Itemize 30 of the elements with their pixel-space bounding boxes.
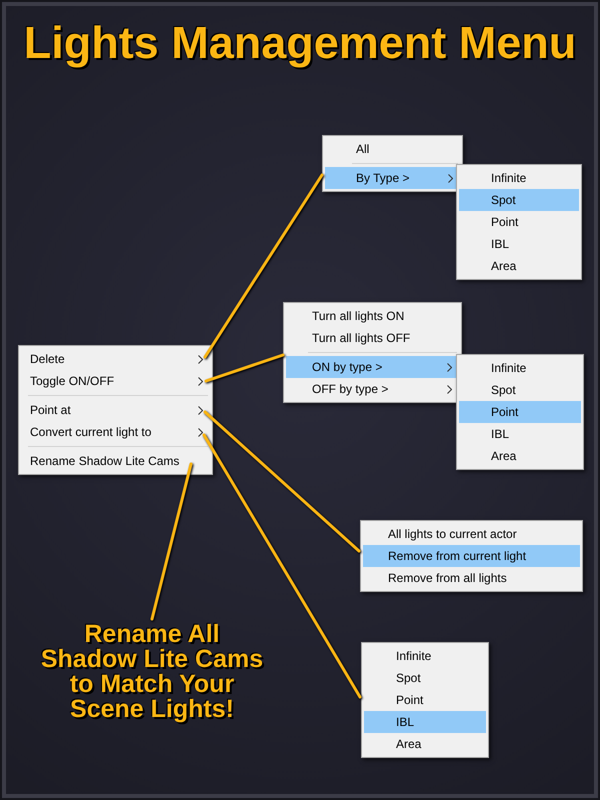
menu-item[interactable]: OFF by type > — [286, 378, 459, 400]
menu-item[interactable]: Infinite — [364, 645, 486, 667]
menu-item[interactable]: Turn all lights ON — [286, 305, 459, 327]
menu-item[interactable]: Delete — [21, 348, 210, 370]
menu-item[interactable]: Point — [459, 211, 579, 233]
menu-item[interactable]: All — [325, 138, 460, 160]
menu-item[interactable]: Area — [364, 733, 486, 755]
menu-item[interactable]: Toggle ON/OFF — [21, 370, 210, 392]
caption-text: Rename All Shadow Lite Cams to Match Your Scene Lights! — [40, 622, 264, 722]
menu-item[interactable]: Remove from all lights — [363, 567, 580, 589]
menu-item[interactable]: Infinite — [459, 167, 579, 189]
menu-item[interactable]: Spot — [364, 667, 486, 689]
menu-item[interactable]: Spot — [459, 189, 579, 211]
page-title: Lights Management Menu — [24, 16, 576, 65]
menu-item[interactable]: Area — [459, 255, 579, 277]
menu-item[interactable]: Infinite — [459, 357, 581, 379]
menu-item[interactable]: IBL — [459, 423, 581, 445]
menu-item[interactable]: Point at — [21, 399, 210, 421]
menu-item[interactable]: Rename Shadow Lite Cams — [21, 450, 210, 472]
menu-item[interactable]: IBL — [459, 233, 579, 255]
menu-item[interactable]: Turn all lights OFF — [286, 327, 459, 349]
menu-item[interactable]: Remove from current light — [363, 545, 580, 567]
menu-item[interactable]: Convert current light to — [21, 421, 210, 443]
menu-item[interactable]: Point — [459, 401, 581, 423]
menu-item[interactable]: Area — [459, 445, 581, 467]
menu-item[interactable]: Point — [364, 689, 486, 711]
menu-item[interactable]: All lights to current actor — [363, 523, 580, 545]
menu-item[interactable]: IBL — [364, 711, 486, 733]
menu-item[interactable]: Spot — [459, 379, 581, 401]
menu-item[interactable]: ON by type > — [286, 356, 459, 378]
